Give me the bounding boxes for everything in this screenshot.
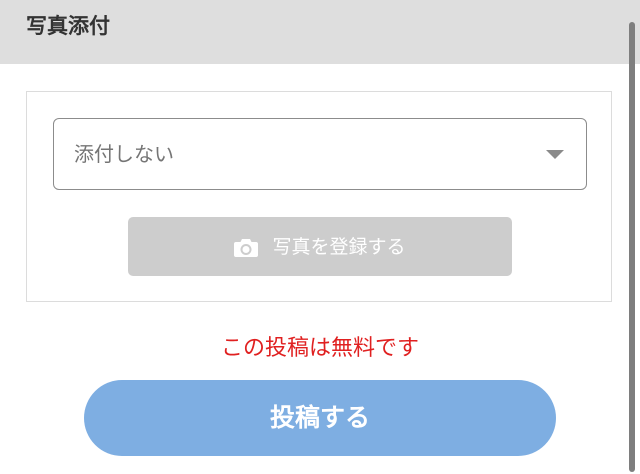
post-button-label: 投稿する [269, 403, 370, 432]
attachment-select[interactable]: 添付しない [53, 118, 587, 190]
camera-icon [234, 238, 259, 257]
fee-notice: この投稿は無料です [220, 336, 419, 361]
register-photo-button-content: 写真を登録する [128, 217, 512, 276]
register-photo-button[interactable]: 写真を登録する [128, 217, 512, 276]
section-title: 写真添付 [26, 14, 110, 38]
select-value: 添付しない [74, 142, 174, 166]
section-header: 写真添付 [0, 0, 640, 64]
scrollbar[interactable] [629, 22, 635, 472]
register-photo-label: 写真を登録する [272, 235, 406, 258]
chevron-down-icon [546, 150, 564, 159]
post-button[interactable]: 投稿する [84, 380, 556, 456]
